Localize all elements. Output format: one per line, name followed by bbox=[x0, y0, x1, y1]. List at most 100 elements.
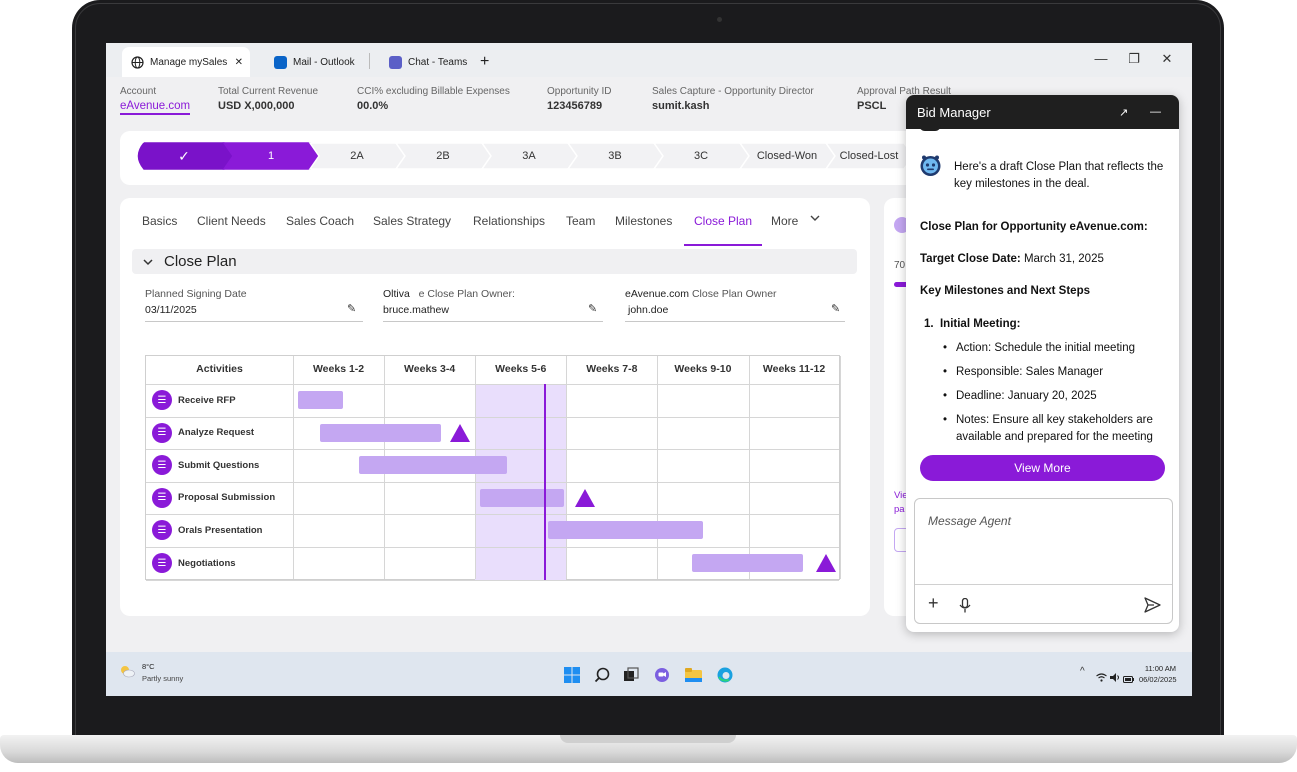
stage-label-2[interactable]: 2A bbox=[314, 143, 400, 169]
target-close-date: Target Close Date: March 31, 2025 bbox=[920, 251, 1104, 268]
tab-relationships[interactable]: Relationships bbox=[473, 214, 545, 228]
client-owner-value[interactable]: john.doe bbox=[628, 304, 845, 316]
clock-date[interactable]: 06/02/2025 bbox=[1139, 675, 1177, 684]
add-icon[interactable]: + bbox=[928, 593, 939, 614]
avatar-stub bbox=[919, 125, 941, 131]
signing-date-value[interactable]: 03/11/2025 bbox=[145, 304, 363, 316]
milestones-heading: Key Milestones and Next Steps bbox=[920, 285, 1090, 297]
tab-client-needs[interactable]: Client Needs bbox=[197, 214, 266, 228]
restore-button[interactable]: ❐ bbox=[1124, 51, 1144, 67]
tab-team[interactable]: Team bbox=[566, 214, 595, 228]
gantt-bar[interactable] bbox=[297, 391, 344, 409]
bid-manager-panel: Bid Manager ↗ — Here's a draft Close Pla… bbox=[906, 95, 1179, 632]
gantt-bar[interactable] bbox=[320, 423, 442, 442]
task-list-icon: ☰ bbox=[152, 487, 172, 508]
pencil-icon[interactable]: ✎ bbox=[347, 302, 356, 315]
gantt-activity-label: Receive RFP bbox=[178, 394, 236, 406]
gantt-activity-label: Proposal Submission bbox=[178, 492, 276, 504]
wifi-icon[interactable] bbox=[1096, 669, 1107, 687]
teams-icon bbox=[389, 55, 402, 69]
account-link[interactable]: eAvenue.com bbox=[120, 100, 191, 115]
stage-label-3[interactable]: 2B bbox=[400, 143, 486, 169]
tab-label: Mail - Outlook bbox=[293, 56, 355, 68]
milestone-marker[interactable] bbox=[574, 488, 595, 507]
weather-temp: 8°C bbox=[142, 662, 155, 671]
opportunity-value: 123456789 bbox=[547, 100, 603, 112]
close-plan-gantt: Activities Weeks 1-2 Weeks 3-4 Weeks 5-6 Wee… bbox=[145, 355, 841, 581]
record-tabs: Basics Client Needs Sales Coach Sales St… bbox=[120, 208, 870, 246]
gantt-activity-row: ☰ Proposal Submission bbox=[152, 487, 276, 508]
bullet-action: Action: Schedule the initial meeting bbox=[956, 342, 1135, 354]
sales-capture-value: sumit.kash bbox=[652, 100, 710, 112]
chevron-down-icon[interactable] bbox=[142, 256, 154, 268]
edge-icon[interactable] bbox=[717, 667, 733, 688]
tab-sales-coach[interactable]: Sales Coach bbox=[286, 214, 354, 228]
view-more-button[interactable]: View More bbox=[920, 455, 1165, 481]
close-window-button[interactable]: ✕ bbox=[1157, 51, 1177, 67]
close-tab-icon[interactable]: ✕ bbox=[235, 57, 243, 68]
milestone-marker[interactable] bbox=[449, 423, 470, 442]
stage-label-1[interactable]: 1 bbox=[228, 143, 314, 169]
tab-milestones[interactable]: Milestones bbox=[615, 214, 672, 228]
pencil-icon[interactable]: ✎ bbox=[831, 302, 840, 315]
battery-icon[interactable] bbox=[1123, 670, 1134, 688]
bullet-dot: • bbox=[943, 390, 948, 402]
stage-label-6[interactable]: 3C bbox=[658, 143, 744, 169]
planned-signing-date-field[interactable]: Planned Signing Date 03/11/2025 ✎ bbox=[145, 288, 363, 322]
oltiva-close-plan-owner-field[interactable]: Oltiva e Close Plan Owner: bruce.mathew … bbox=[383, 288, 603, 322]
field-underline bbox=[625, 321, 845, 322]
gantt-bar[interactable] bbox=[358, 456, 508, 475]
pencil-icon[interactable]: ✎ bbox=[588, 302, 597, 315]
stage-label-5[interactable]: 3B bbox=[572, 143, 658, 169]
microphone-icon[interactable] bbox=[959, 597, 971, 618]
task-view-icon[interactable] bbox=[623, 667, 639, 688]
tab-close-plan[interactable]: Close Plan bbox=[694, 214, 752, 228]
close-plan-section-header[interactable]: Close Plan bbox=[132, 249, 857, 274]
tab-more[interactable]: More bbox=[771, 214, 798, 228]
windows-start-icon[interactable] bbox=[564, 667, 580, 688]
stage-label-7[interactable]: Closed-Won bbox=[744, 143, 830, 169]
gantt-header-activities: Activities bbox=[196, 363, 243, 375]
tab-basics[interactable]: Basics bbox=[142, 214, 177, 228]
tray-chevron[interactable]: ^ bbox=[1080, 666, 1085, 677]
weather-description: Partly sunny bbox=[142, 674, 184, 683]
field-underline bbox=[145, 321, 363, 322]
volume-icon[interactable] bbox=[1110, 669, 1120, 687]
tab-chat-teams[interactable]: Chat - Teams bbox=[389, 47, 489, 77]
task-list-icon: ☰ bbox=[152, 455, 172, 476]
gantt-bar[interactable] bbox=[548, 521, 703, 540]
target-label: Target Close Date: bbox=[920, 253, 1021, 265]
tab-sales-strategy[interactable]: Sales Strategy bbox=[373, 214, 451, 228]
clock-time[interactable]: 11:00 AM bbox=[1144, 664, 1176, 673]
gantt-bar[interactable] bbox=[692, 554, 804, 572]
chat-icon[interactable] bbox=[654, 667, 670, 688]
stage-label-0[interactable]: ✓ bbox=[140, 143, 228, 169]
chevron-down-icon[interactable] bbox=[809, 212, 821, 227]
oltiva-owner-value[interactable]: bruce.mathew bbox=[383, 304, 603, 316]
stage-label-4[interactable]: 3A bbox=[486, 143, 572, 169]
account-label: Account bbox=[120, 86, 157, 97]
bullet-dot: • bbox=[943, 366, 948, 378]
file-explorer-icon[interactable] bbox=[685, 667, 702, 688]
tab-mail-outlook[interactable]: Mail - Outlook bbox=[274, 47, 374, 77]
search-icon[interactable] bbox=[594, 667, 610, 688]
send-icon[interactable] bbox=[1144, 597, 1161, 618]
weather-icon[interactable] bbox=[119, 664, 135, 683]
stage-label-8[interactable]: Closed-Lost bbox=[830, 143, 908, 169]
gantt-gridline-h bbox=[146, 579, 839, 581]
gantt-gridline-v bbox=[293, 356, 294, 579]
new-tab-button[interactable]: + bbox=[480, 47, 496, 77]
milestone-marker[interactable] bbox=[815, 554, 836, 572]
gantt-header-week: Weeks 5-6 bbox=[495, 363, 547, 375]
expand-icon[interactable]: ↗ bbox=[1119, 106, 1128, 119]
tab-manage-mysales[interactable]: Manage mySales ✕ bbox=[122, 47, 250, 77]
minimize-button[interactable]: — bbox=[1091, 51, 1111, 66]
minimize-panel-icon[interactable]: — bbox=[1150, 106, 1161, 118]
tab-label: Manage mySales bbox=[150, 56, 228, 68]
client-close-plan-owner-field[interactable]: eAvenue.com Close Plan Owner john.doe ✎ bbox=[625, 288, 845, 322]
gantt-bar[interactable] bbox=[479, 488, 564, 507]
signing-date-label: Planned Signing Date bbox=[145, 288, 247, 300]
side-link-2[interactable]: pa bbox=[894, 504, 905, 515]
gantt-activity-row: ☰ Receive RFP bbox=[152, 390, 236, 410]
message-input[interactable]: Message Agent bbox=[928, 514, 1011, 528]
